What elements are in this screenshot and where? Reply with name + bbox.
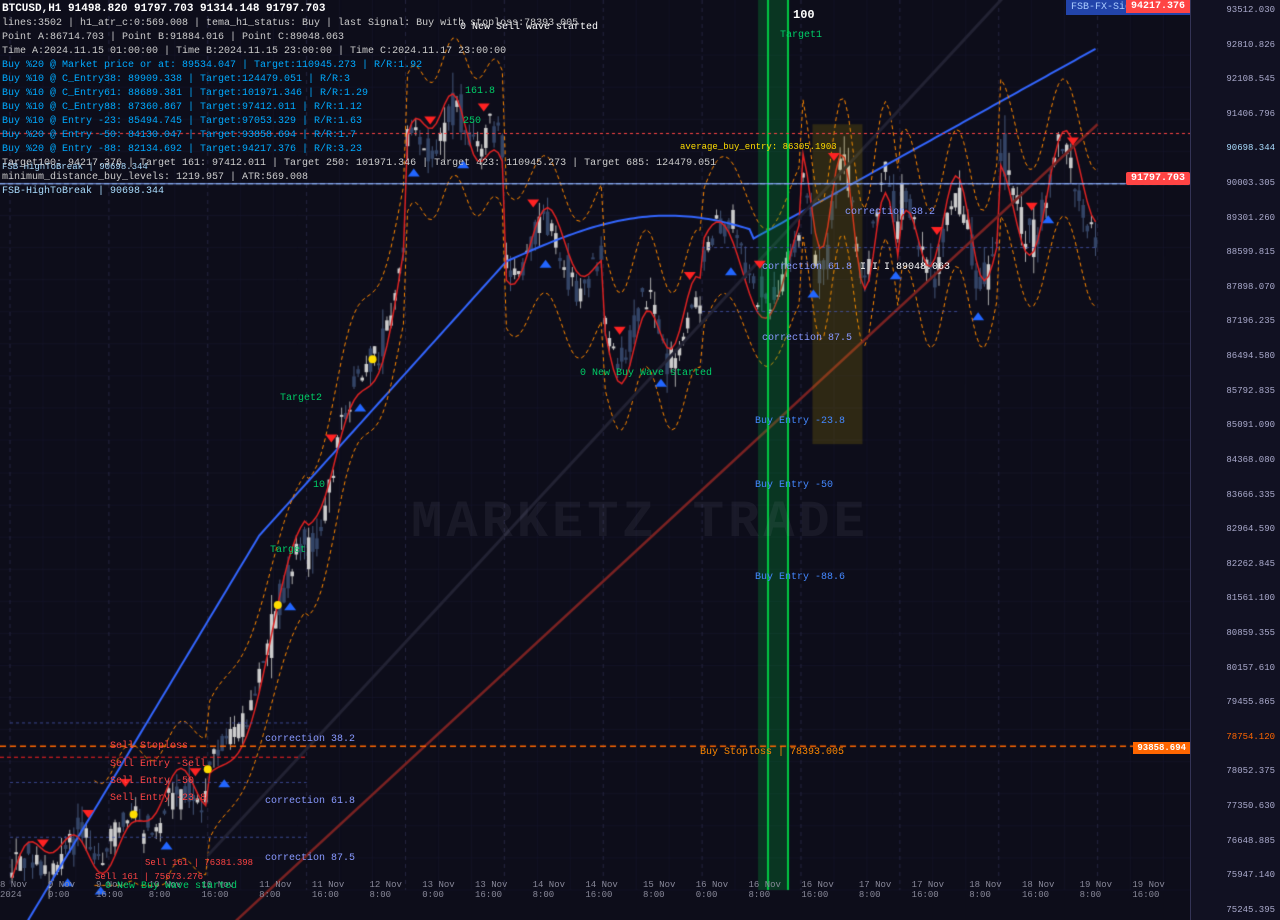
price-label: 87898.070	[1191, 282, 1280, 292]
price-label: 86494.580	[1191, 351, 1280, 361]
time-label: 13 Nov 16:00	[475, 880, 533, 900]
time-label: 9 Nov 0:00	[48, 880, 96, 900]
time-label: 14 Nov 16:00	[585, 880, 643, 900]
price-label: 78754.120	[1191, 732, 1280, 742]
price-label: 85091.090	[1191, 420, 1280, 430]
time-label: 11 Nov 8:00	[259, 880, 312, 900]
price-label: 83666.335	[1191, 490, 1280, 500]
price-label: 88599.815	[1191, 247, 1280, 257]
time-label: 19 Nov 8:00	[1080, 880, 1133, 900]
chart-container: BTCUSD,H1 91498.820 91797.703 91314.148 …	[0, 0, 1280, 920]
time-label: 9 Nov 16:00	[96, 880, 149, 900]
price-label: 92810.826	[1191, 40, 1280, 50]
price-label: 91406.796	[1191, 109, 1280, 119]
price-label: 90698.344	[1191, 143, 1280, 153]
price-label: 75947.140	[1191, 870, 1280, 880]
price-label: 79455.865	[1191, 697, 1280, 707]
price-label: 81561.100	[1191, 593, 1280, 603]
price-label: 85792.835	[1191, 386, 1280, 396]
price-label: 89301.260	[1191, 213, 1280, 223]
time-label: 16 Nov 8:00	[749, 880, 802, 900]
price-label: 78052.375	[1191, 766, 1280, 776]
time-label: 18 Nov 8:00	[969, 880, 1022, 900]
time-label: 13 Nov 0:00	[422, 880, 475, 900]
price-label: 87196.235	[1191, 316, 1280, 326]
time-label: 11 Nov 16:00	[312, 880, 370, 900]
time-label: 16 Nov 0:00	[696, 880, 749, 900]
price-label: 75245.395	[1191, 905, 1280, 915]
price-label: 82262.845	[1191, 559, 1280, 569]
time-label: 10 Nov 16:00	[202, 880, 260, 900]
time-label: 19 Nov 16:00	[1132, 880, 1190, 900]
time-label: 12 Nov 8:00	[369, 880, 422, 900]
time-label: 16 Nov 16:00	[801, 880, 859, 900]
price-label: 76648.885	[1191, 836, 1280, 846]
time-axis: 8 Nov 20249 Nov 0:009 Nov 16:0010 Nov 8:…	[0, 880, 1190, 900]
time-label: 17 Nov 8:00	[859, 880, 912, 900]
price-label: 80859.355	[1191, 628, 1280, 638]
price-label: 90003.305	[1191, 178, 1280, 188]
time-label: 14 Nov 8:00	[533, 880, 586, 900]
time-label: 17 Nov 16:00	[912, 880, 970, 900]
price-scale: 93512.030 92810.826 92108.545 91406.796 9069…	[1190, 0, 1280, 920]
price-label: 80157.610	[1191, 663, 1280, 673]
price-label: 93512.030	[1191, 5, 1280, 15]
price-label: 82964.590	[1191, 524, 1280, 534]
price-label: 84368.080	[1191, 455, 1280, 465]
time-label: 8 Nov 2024	[0, 880, 48, 900]
price-chart	[0, 0, 1190, 920]
price-label: 77350.630	[1191, 801, 1280, 811]
price-label: 92108.545	[1191, 74, 1280, 84]
time-label: 10 Nov 8:00	[149, 880, 202, 900]
time-label: 18 Nov 16:00	[1022, 880, 1080, 900]
time-label: 15 Nov 8:00	[643, 880, 696, 900]
